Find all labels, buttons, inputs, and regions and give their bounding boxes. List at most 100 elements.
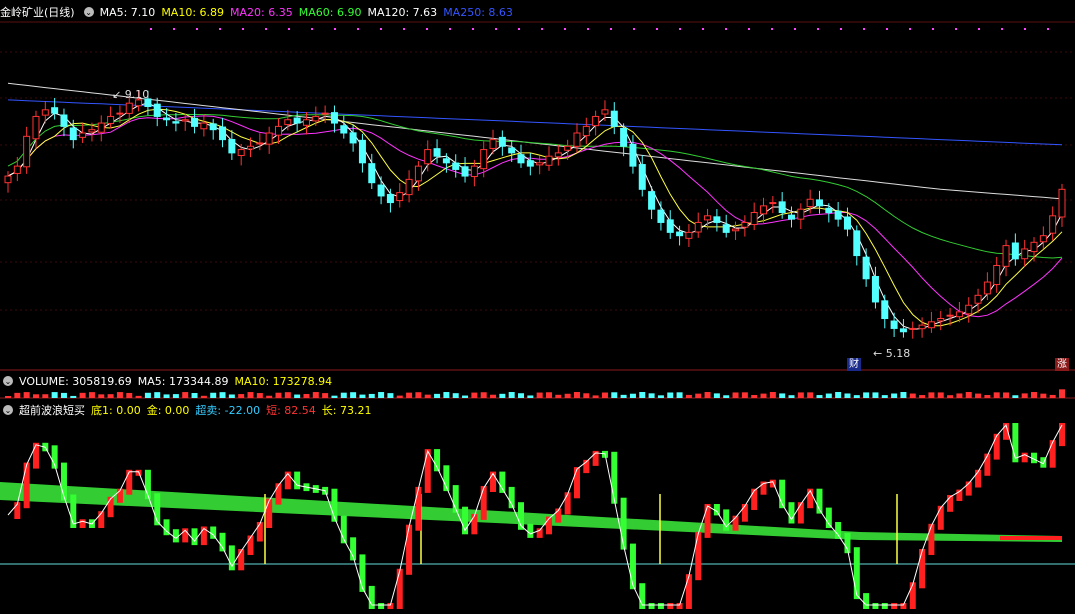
candle-body	[750, 212, 758, 226]
oscillator-bar	[863, 593, 870, 609]
signal-dot	[886, 28, 888, 30]
candle-body	[564, 145, 572, 151]
candle-body	[107, 115, 115, 124]
candle-body	[545, 155, 553, 166]
candle-body	[890, 320, 898, 329]
candle-body	[899, 328, 907, 333]
candle-body	[1030, 241, 1038, 253]
volume-bar	[5, 396, 11, 398]
oscillator-bar	[797, 502, 804, 524]
candle-body	[713, 216, 721, 223]
volume-bar	[1059, 389, 1065, 398]
volume-bar	[508, 392, 515, 398]
signal-dot	[610, 28, 612, 30]
candle-body	[629, 143, 637, 167]
candle-body	[23, 135, 31, 168]
volume-bar	[993, 392, 1000, 398]
candle-body	[153, 103, 161, 117]
volume-bar	[611, 392, 618, 398]
oscillator-bar	[527, 523, 534, 538]
volume-bar	[564, 393, 571, 398]
candle-body	[4, 175, 12, 184]
candle-body	[788, 214, 796, 220]
candle-body	[806, 198, 814, 208]
candle-body	[769, 202, 777, 205]
candle-body	[32, 115, 40, 140]
volume-bar	[51, 392, 58, 398]
candle-body	[946, 314, 954, 317]
candle-body	[330, 112, 338, 124]
volume-bar	[956, 393, 963, 398]
candle-body	[927, 321, 935, 329]
limit-up-badge[interactable]: 涨	[1055, 358, 1069, 371]
high-price-label: ↙ 9.10	[112, 88, 150, 101]
volume-bar	[14, 392, 21, 398]
candle-body	[704, 215, 712, 221]
candle-body	[125, 102, 133, 114]
signal-dot	[955, 28, 957, 30]
oscillator-bar	[368, 585, 375, 609]
candle-body	[368, 163, 376, 184]
candle-body	[172, 121, 180, 124]
oscillator-bar	[1021, 452, 1028, 463]
signal-dot	[587, 28, 589, 30]
long-trend-red	[1000, 536, 1062, 540]
candle-body	[405, 178, 413, 196]
candle-body	[498, 136, 506, 147]
volume-bar	[284, 392, 291, 398]
volume-bar	[368, 393, 375, 398]
candle-body	[461, 166, 469, 177]
candle-body	[51, 107, 59, 114]
candle-body	[732, 228, 740, 232]
signal-dot	[794, 28, 796, 30]
oscillator-bar	[993, 433, 1000, 460]
oscillator-bar	[1049, 440, 1056, 468]
oscillator-bar	[629, 543, 636, 590]
signal-dot	[564, 28, 566, 30]
volume-bar	[1003, 392, 1010, 398]
volume-bar	[471, 392, 478, 398]
volume-bar	[238, 394, 245, 398]
volume-bar	[331, 395, 338, 398]
oscillator-bar	[247, 535, 254, 555]
volume-bar	[144, 392, 151, 398]
signal-dot	[863, 28, 865, 30]
oscillator-bar	[294, 471, 301, 490]
volume-bar	[191, 392, 198, 398]
oscillator-bar	[490, 471, 497, 492]
volume-bar	[359, 394, 366, 398]
candle-body	[312, 115, 320, 122]
volume-bar	[350, 392, 357, 398]
oscillator-bar	[723, 509, 730, 531]
volume-bar	[23, 392, 30, 398]
volume-bar	[788, 395, 795, 398]
volume-bar	[928, 392, 935, 398]
volume-bar	[406, 392, 413, 398]
signal-dot	[265, 28, 267, 30]
candle-body	[358, 139, 366, 164]
candle-body	[526, 160, 534, 167]
high-price-value: 9.10	[124, 88, 150, 101]
volume-bar	[583, 393, 590, 398]
candle-body	[825, 207, 833, 213]
volume-bar	[695, 393, 702, 398]
candle-body	[601, 109, 609, 115]
volume-bar	[32, 394, 39, 398]
volume-bar	[909, 393, 916, 398]
ma10-line	[7, 108, 1063, 327]
volume-bar	[835, 392, 842, 398]
volume-bar	[667, 392, 674, 398]
volume-bar	[42, 394, 49, 398]
oscillator-bar	[835, 522, 842, 539]
oscillator-bar	[378, 603, 385, 609]
volume-bar	[518, 393, 525, 398]
oscillator-bar	[471, 513, 478, 535]
candle-body	[554, 152, 562, 158]
candle-body	[293, 117, 301, 124]
oscillator-bar	[891, 603, 898, 609]
volume-bar	[573, 392, 580, 398]
volume-bar	[480, 392, 487, 398]
signal-dot	[173, 28, 175, 30]
chart-canvas[interactable]	[0, 0, 1075, 614]
finance-badge[interactable]: 财	[847, 358, 861, 371]
